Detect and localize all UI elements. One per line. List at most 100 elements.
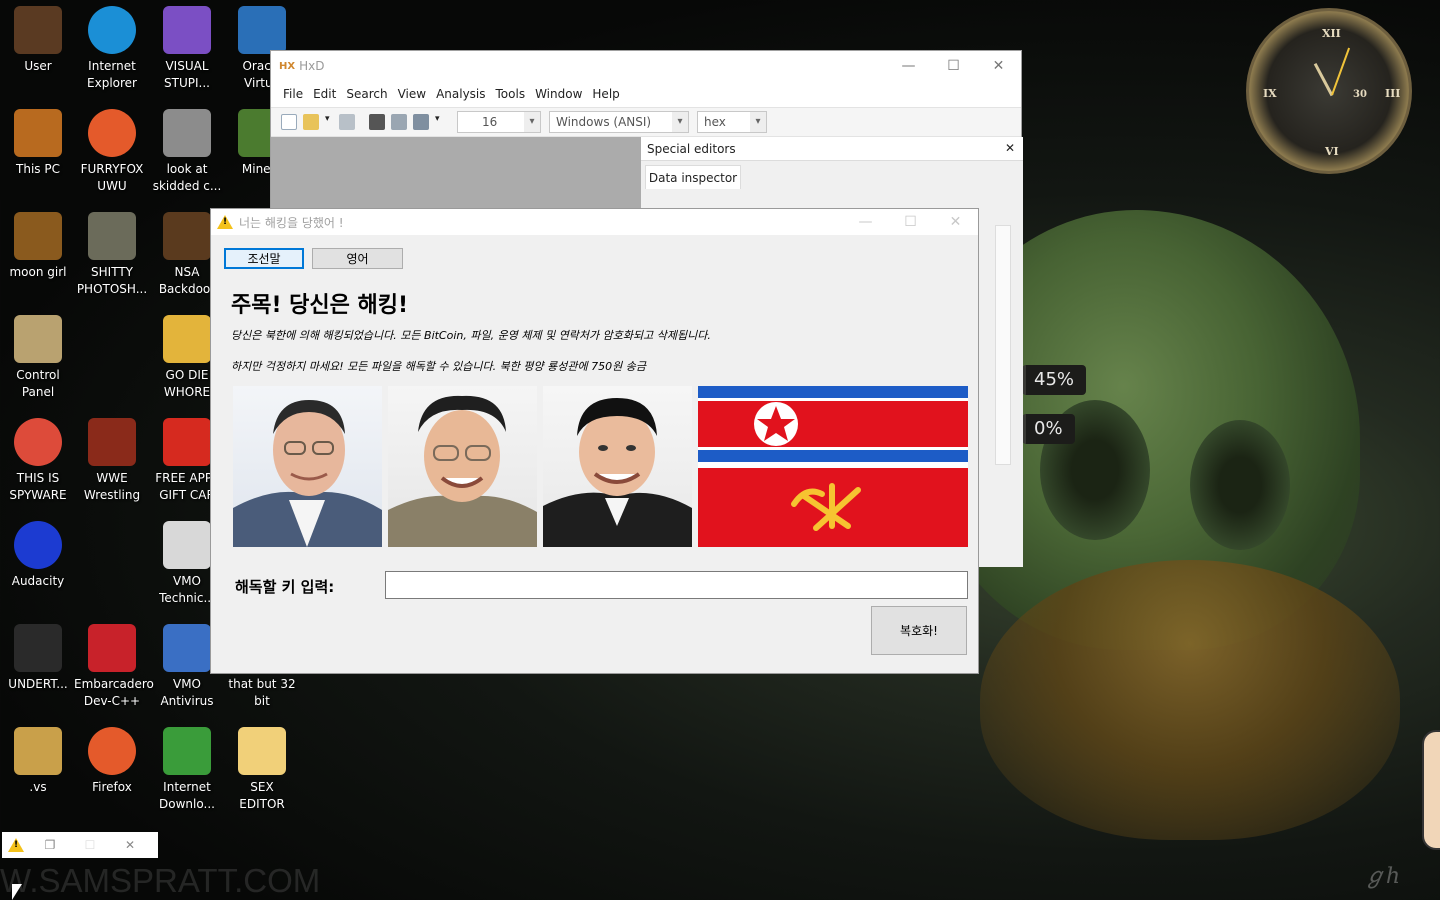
menu-window[interactable]: Window: [535, 87, 582, 101]
open-disk-icon[interactable]: [369, 114, 385, 130]
charset-select[interactable]: Windows (ANSI): [549, 111, 689, 133]
offset-base-value: hex: [704, 115, 726, 129]
desktop-icon-label: User: [24, 59, 52, 73]
wallpaper-signature: ℊℎ: [1364, 864, 1401, 889]
vault-icon: [163, 212, 211, 260]
desktop-icon[interactable]: VISUAL STUPI...: [149, 6, 225, 92]
desktop-icon[interactable]: Internet Downlo...: [149, 727, 225, 813]
new-file-icon[interactable]: [281, 114, 297, 130]
ransom-message-1: 당신은 북한에 의해 해킹되었습니다. 모든 BitCoin, 파일, 운영 체…: [231, 329, 711, 342]
wallpaper-gauge-top: 45%: [1022, 365, 1087, 395]
desktop-icon-label: Internet Explorer: [87, 59, 137, 90]
desktop-icon[interactable]: WWE Wrestling: [74, 418, 150, 504]
firefox-icon: [88, 109, 136, 157]
minimized-window[interactable]: ❐ ☐ ✕: [2, 832, 158, 858]
desktop-icon[interactable]: User: [0, 6, 76, 75]
menu-file[interactable]: File: [283, 87, 303, 101]
desktop-icon[interactable]: UNDERT...: [0, 624, 76, 693]
maximize-button[interactable]: ☐: [931, 51, 976, 81]
menu-help[interactable]: Help: [592, 87, 619, 101]
open-ram-icon[interactable]: [391, 114, 407, 130]
desktop-icon[interactable]: look at skidded c...: [149, 109, 225, 195]
minimize-button[interactable]: —: [886, 51, 931, 81]
clock-numeral-6: VI: [1325, 145, 1339, 158]
gimp-icon: [88, 212, 136, 260]
desktop-icon-label: .vs: [29, 780, 47, 794]
clock-numeral-3: III: [1385, 87, 1401, 100]
lang-korean-button[interactable]: 조선말: [224, 248, 304, 269]
desktop-icon-label: VISUAL STUPI...: [164, 59, 210, 90]
decrypt-button[interactable]: 복호화!: [871, 606, 967, 655]
menu-analysis[interactable]: Analysis: [436, 87, 485, 101]
charset-value: Windows (ANSI): [556, 115, 652, 129]
menu-edit[interactable]: Edit: [313, 87, 336, 101]
desktop-icon-label: THIS IS SPYWARE: [9, 471, 67, 502]
ransom-dialog-title: 너는 해킹을 당했어 !: [239, 215, 344, 230]
clock-date: 30: [1353, 89, 1367, 100]
menu-view[interactable]: View: [398, 87, 426, 101]
restore-button[interactable]: ❐: [30, 838, 70, 852]
tab-data-inspector[interactable]: Data inspector: [645, 165, 741, 189]
ransom-heading: 주목! 당신은 해킹!: [231, 293, 409, 318]
hxd-titlebar[interactable]: HX HxD — ☐ ✕: [271, 51, 1021, 81]
desktop-icon-label: Audacity: [11, 574, 65, 588]
desktop-icon[interactable]: Internet Explorer: [74, 6, 150, 92]
lang-english-button[interactable]: 영어: [312, 248, 403, 269]
north-korea-flag-image: [698, 386, 968, 547]
wallpaper-gauge-bottom: 0%: [1022, 414, 1075, 444]
maximize-button[interactable]: ☐: [70, 838, 110, 852]
lightbulb-icon: [14, 315, 62, 363]
desktop-icon[interactable]: SHITTY PHOTOSH...: [74, 212, 150, 298]
close-button[interactable]: ✕: [976, 51, 1021, 81]
desktop-icon-label: FURRYFOX UWU: [80, 162, 144, 193]
maximize-button[interactable]: ☐: [888, 209, 933, 235]
desktop-icon[interactable]: Control Panel: [0, 315, 76, 401]
decrypt-key-input[interactable]: [385, 571, 968, 599]
open-folder-icon[interactable]: [303, 114, 319, 130]
desktop-icon-label: that but 32 bit: [228, 677, 296, 708]
ransom-dialog[interactable]: 너는 해킹을 당했어 ! — ☐ ✕ 조선말 영어 주목! 당신은 해킹! 당신…: [210, 208, 979, 674]
desktop-icon[interactable]: Embarcadero Dev-C++: [74, 624, 154, 710]
desktop-icon[interactable]: THIS IS SPYWARE: [0, 418, 76, 504]
warning-icon: [217, 215, 233, 229]
desktop-pet-character: [1422, 730, 1440, 850]
tab-data-inspector-label: Data inspector: [648, 170, 738, 185]
desktop-clock-widget: XII III VI IX 30: [1246, 8, 1412, 174]
shield-icon: [163, 624, 211, 672]
desktop-icon[interactable]: This PC: [0, 109, 76, 178]
desktop-icon[interactable]: .vs: [0, 727, 76, 796]
open-drive-icon[interactable]: [413, 114, 429, 130]
de-icon: [163, 315, 211, 363]
chrome-icon: [14, 418, 62, 466]
warning-icon: [8, 838, 24, 852]
unity-icon: [14, 624, 62, 672]
inspector-scrollbar[interactable]: [995, 225, 1011, 465]
edge-icon: [88, 6, 136, 54]
dropdown-arrow-icon[interactable]: ▾: [435, 114, 443, 130]
desktop-icon[interactable]: Firefox: [74, 727, 150, 796]
dropdown-arrow-icon[interactable]: ▾: [325, 114, 333, 130]
desktop-icon-label: SEX EDITOR: [239, 780, 285, 811]
desktop-icon[interactable]: FURRYFOX UWU: [74, 109, 150, 195]
minimize-button[interactable]: —: [843, 209, 888, 235]
clock-numeral-12: XII: [1322, 27, 1341, 40]
menu-tools[interactable]: Tools: [496, 87, 526, 101]
hxd-title: HxD: [299, 59, 325, 73]
hxd-icon: [238, 727, 286, 775]
ransom-message-2: 하지만 걱정하지 마세요! 모든 파일을 해독할 수 있습니다. 북한 평양 룡…: [231, 360, 646, 373]
desktop-icon-label: look at skidded c...: [152, 162, 222, 193]
save-icon[interactable]: [339, 114, 355, 130]
close-button[interactable]: ✕: [933, 209, 978, 235]
clock-numeral-9: IX: [1263, 87, 1277, 100]
close-panel-icon[interactable]: ✕: [1005, 141, 1015, 155]
menu-search[interactable]: Search: [346, 87, 387, 101]
desktop-icon[interactable]: moon girl: [0, 212, 76, 281]
desktop-icon[interactable]: SEX EDITOR: [224, 727, 300, 813]
offset-base-select[interactable]: hex: [697, 111, 767, 133]
portrait-image-1: [233, 386, 382, 547]
desktop-icon-label: VMO Antivirus: [160, 677, 214, 708]
ransom-dialog-titlebar[interactable]: 너는 해킹을 당했어 ! — ☐ ✕: [211, 209, 978, 235]
desktop-icon[interactable]: Audacity: [0, 521, 76, 590]
close-button[interactable]: ✕: [110, 838, 150, 852]
bytes-per-row-select[interactable]: 16: [457, 111, 541, 133]
